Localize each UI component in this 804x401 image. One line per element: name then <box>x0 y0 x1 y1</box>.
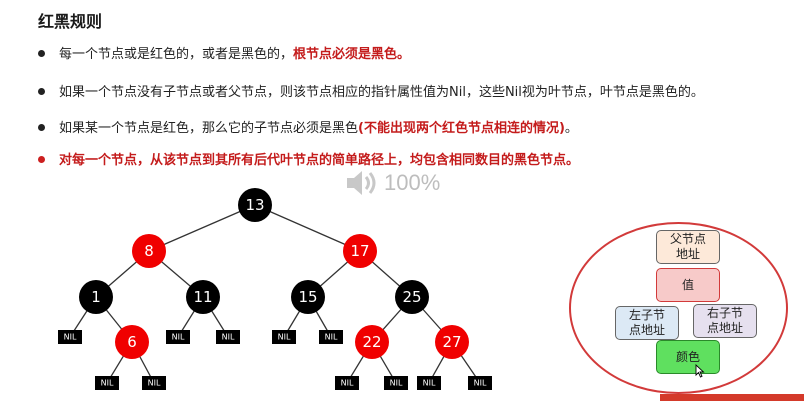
nil-leaf: NIL <box>95 376 119 390</box>
tree-node-17: 17 <box>343 234 377 268</box>
parent-address-box: 父节点 地址 <box>656 230 720 264</box>
tree-node-13: 13 <box>238 188 272 222</box>
nil-leaf: NIL <box>216 330 240 344</box>
tree-nodes: 138 171 11 15 256 22 27NILNIL NILNIL NIL NIL NILNI… <box>58 188 492 390</box>
tree-node-label: 25 <box>402 288 421 306</box>
nil-leaf-label: NIL <box>222 333 235 342</box>
left-child-address-label: 左子节 点地址 <box>628 308 665 337</box>
nil-leaf: NIL <box>166 330 190 344</box>
tree-node-label: 6 <box>127 333 137 351</box>
nil-leaf-label: NIL <box>474 379 487 388</box>
nil-leaf: NIL <box>319 330 343 344</box>
left-child-address-box: 左子节 点地址 <box>615 306 679 340</box>
nil-leaf-label: NIL <box>148 379 161 388</box>
tree-node-11: 11 <box>186 280 220 314</box>
nil-leaf: NIL <box>417 376 441 390</box>
tree-node-6: 6 <box>115 325 149 359</box>
nil-leaf: NIL <box>272 330 296 344</box>
rule-tail: 。 <box>564 121 578 136</box>
nil-leaf: NIL <box>468 376 492 390</box>
color-box: 颜色 <box>656 340 720 374</box>
right-child-address-label: 右子节 点地址 <box>706 306 743 335</box>
node-structure-diagram: 父节点 地址 值 左子节 点地址 右子节 点地址 颜色 <box>569 222 788 394</box>
tree-node-label: 17 <box>350 242 369 260</box>
tree-node-label: 11 <box>193 288 212 306</box>
nil-leaf-label: NIL <box>278 333 291 342</box>
tree-node-1: 1 <box>79 280 113 314</box>
tree-node-label: 22 <box>362 333 381 351</box>
nil-leaf-label: NIL <box>325 333 338 342</box>
nil-leaf: NIL <box>58 330 82 344</box>
tree-edge <box>148 204 256 252</box>
nil-leaf-label: NIL <box>101 379 114 388</box>
tree-node-label: 27 <box>442 333 461 351</box>
right-child-address-box: 右子节 点地址 <box>693 304 757 338</box>
tree-node-label: 13 <box>245 196 264 214</box>
tree-node-15: 15 <box>291 280 325 314</box>
nil-leaf-label: NIL <box>423 379 436 388</box>
tree-node-22: 22 <box>355 325 389 359</box>
value-label: 值 <box>681 277 694 292</box>
red-black-tree-diagram: 138 171 11 15 256 22 27NILNIL NILNIL NIL NIL NILNI… <box>58 188 492 390</box>
nil-leaf: NIL <box>142 376 166 390</box>
tree-edge <box>254 204 361 252</box>
tree-node-label: 1 <box>91 288 101 306</box>
nil-leaf: NIL <box>335 376 359 390</box>
tree-node-27: 27 <box>435 325 469 359</box>
nil-leaf-label: NIL <box>172 333 185 342</box>
tree-node-label: 15 <box>298 288 317 306</box>
tree-node-25: 25 <box>395 280 429 314</box>
nil-leaf-label: NIL <box>341 379 354 388</box>
parent-address-label: 父节点 地址 <box>669 232 706 261</box>
value-box: 值 <box>656 268 720 302</box>
nil-leaf-label: NIL <box>390 379 403 388</box>
tree-node-label: 8 <box>144 242 154 260</box>
nil-leaf-label: NIL <box>64 333 77 342</box>
tree-node-8: 8 <box>132 234 166 268</box>
color-label: 颜色 <box>675 349 700 364</box>
mouse-cursor-icon <box>695 364 705 378</box>
nil-leaf: NIL <box>384 376 408 390</box>
bottom-banner <box>660 394 804 401</box>
